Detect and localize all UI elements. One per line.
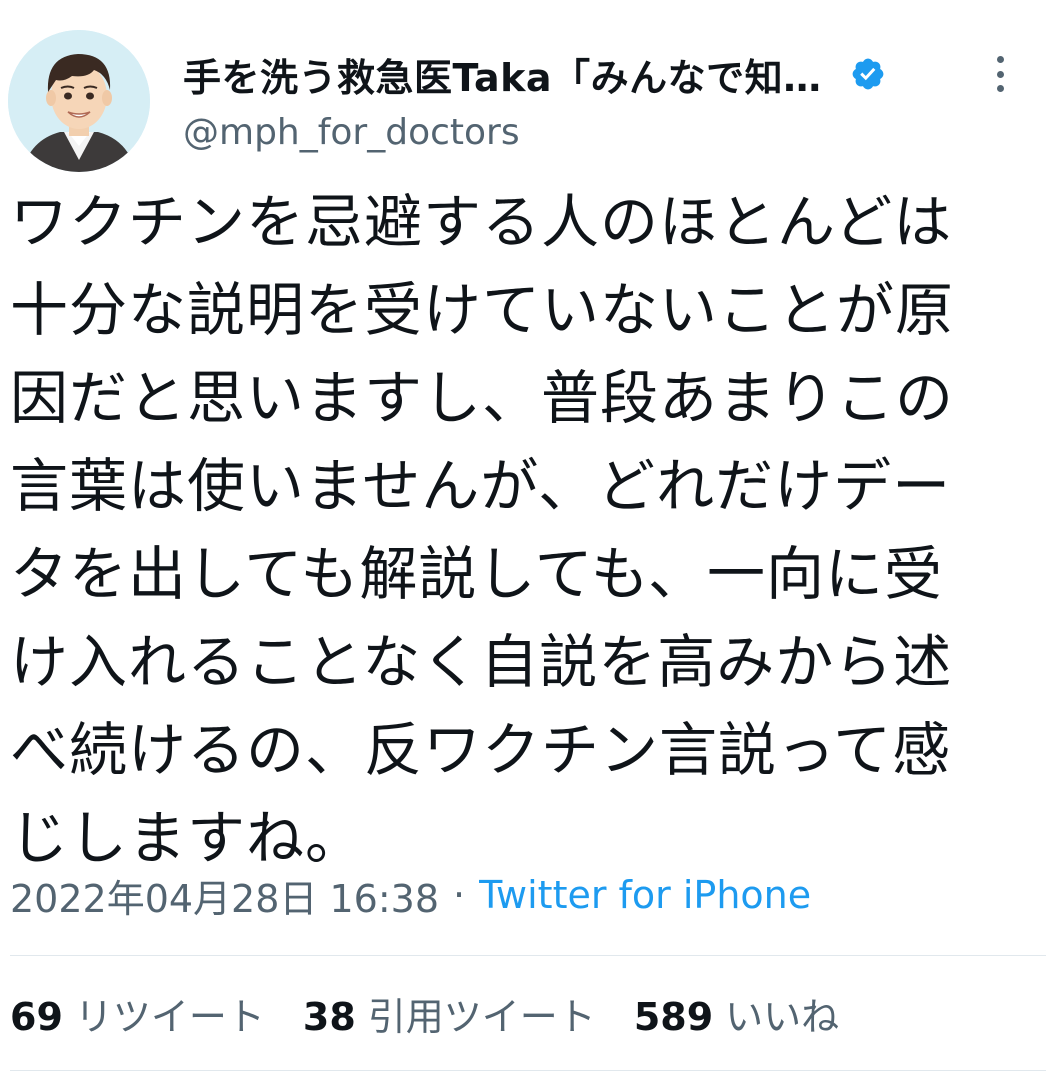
author-handle[interactable]: @mph_for_doctors [183, 112, 520, 153]
tweet-source-link[interactable]: Twitter for iPhone [479, 873, 811, 917]
retweets-count: 69 [10, 994, 63, 1039]
likes-label: いいね [725, 994, 840, 1039]
verified-badge-icon [852, 58, 883, 90]
avatar-illustration-icon [8, 30, 150, 172]
divider [10, 955, 1046, 956]
likes-stat[interactable]: 589 いいね [634, 986, 839, 1041]
tweet-timestamp[interactable]: 2022年04月28日 16:38 [10, 868, 439, 923]
more-options-button[interactable] [985, 52, 1015, 96]
meta-separator: · [453, 873, 466, 917]
divider [10, 1070, 1046, 1071]
avatar[interactable] [8, 30, 150, 172]
tweet-detail: 手を洗う救急医Taka「みんなで知… @mph_for_doctors ワクチン… [0, 0, 1056, 1076]
more-dot [996, 85, 1004, 92]
author-name-row: 手を洗う救急医Taka「みんなで知… [183, 46, 886, 102]
tweet-meta: 2022年04月28日 16:38 · Twitter for iPhone [10, 868, 811, 923]
author-display-name[interactable]: 手を洗う救急医Taka「みんなで知… [183, 47, 822, 102]
quotes-stat[interactable]: 38 引用ツイート [303, 986, 596, 1041]
tweet-stats: 69 リツイート 38 引用ツイート 589 いいね [10, 985, 877, 1041]
tweet-text: ワクチンを忌避する人のほとんどは 十分な説明を受けていないことが原 因だと思いま… [10, 188, 955, 872]
quotes-label: 引用ツイート [367, 994, 596, 1039]
more-dot [996, 70, 1004, 78]
likes-count: 589 [633, 994, 714, 1039]
retweets-stat[interactable]: 69 リツイート [10, 986, 265, 1041]
retweets-label: リツイート [74, 994, 265, 1039]
more-dot [996, 56, 1004, 63]
quotes-count: 38 [302, 994, 356, 1039]
